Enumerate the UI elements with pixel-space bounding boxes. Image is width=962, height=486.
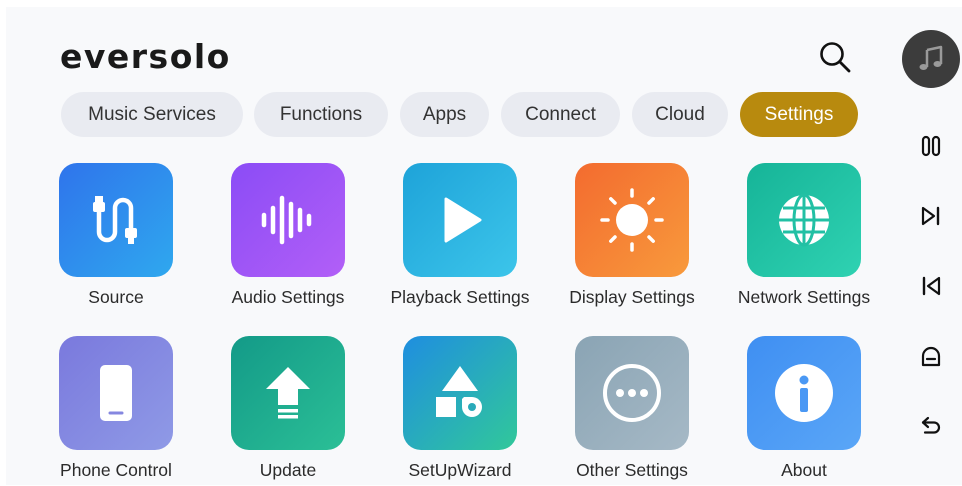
upload-arrow-icon [266,367,310,419]
tile-icon-box [575,163,689,277]
tab-settings[interactable]: Settings [740,92,858,137]
tile-setupwizard[interactable]: SetUpWizard [375,336,545,486]
waveform-icon [261,195,312,245]
tile-phone-control[interactable]: Phone Control [31,336,201,486]
logo-text: eversolo [60,37,231,76]
info-icon [775,364,833,422]
tile-icon-box [747,163,861,277]
tile-label: Other Settings [576,460,688,480]
tile-icon-box [403,336,517,450]
back-icon [921,416,941,434]
phone-icon [100,365,132,421]
globe-icon [779,193,829,247]
pause-button[interactable] [916,131,946,161]
eversolo-logo: eversolo [60,37,231,76]
tile-playback-settings[interactable]: Playback Settings [375,163,545,313]
tile-label: Network Settings [737,287,871,307]
tile-source[interactable]: Source [31,163,201,313]
tile-about[interactable]: About [719,336,889,486]
home-button[interactable] [916,341,946,371]
tile-icon-box [59,336,173,450]
back-button[interactable] [916,411,946,441]
now-playing-button[interactable] [902,30,960,88]
next-track-button[interactable] [916,201,946,231]
home-icon [921,346,941,367]
tile-label: About [781,460,827,480]
sun-icon [600,188,664,252]
next-track-icon [921,206,940,226]
tile-icon-box [747,336,861,450]
tab-functions[interactable]: Functions [254,92,388,137]
tab-music-services[interactable]: Music Services [61,92,243,137]
tile-label: Update [259,460,317,480]
settings-screen: eversolo Music Services Functions Apps C… [6,7,962,485]
tab-apps[interactable]: Apps [400,92,489,137]
music-note-icon [919,45,943,70]
playback-sidebar [896,7,962,485]
pause-icon [921,135,941,157]
tile-update[interactable]: Update [203,336,373,486]
tile-network-settings[interactable]: Network Settings [719,163,889,313]
tile-label: Audio Settings [231,287,345,307]
tile-icon-box [231,336,345,450]
search-icon [820,42,851,73]
tile-label: Phone Control [60,460,172,480]
search-button[interactable] [818,40,852,74]
cable-icon [93,196,137,244]
tab-connect[interactable]: Connect [501,92,620,137]
tile-audio-settings[interactable]: Audio Settings [203,163,373,313]
tile-icon-box [403,163,517,277]
tile-label: SetUpWizard [408,460,512,480]
tile-other-settings[interactable]: Other Settings [547,336,717,486]
tile-icon-box [231,163,345,277]
tile-icon-box [575,336,689,450]
shapes-icon [436,366,482,417]
tile-display-settings[interactable]: Display Settings [547,163,717,313]
tab-cloud[interactable]: Cloud [632,92,728,137]
tile-label: Source [88,287,144,307]
tile-icon-box [59,163,173,277]
play-icon [444,197,482,243]
more-icon [603,364,661,422]
previous-track-icon [922,276,941,296]
tile-label: Display Settings [569,287,695,307]
tile-label: Playback Settings [390,287,530,307]
previous-track-button[interactable] [916,271,946,301]
